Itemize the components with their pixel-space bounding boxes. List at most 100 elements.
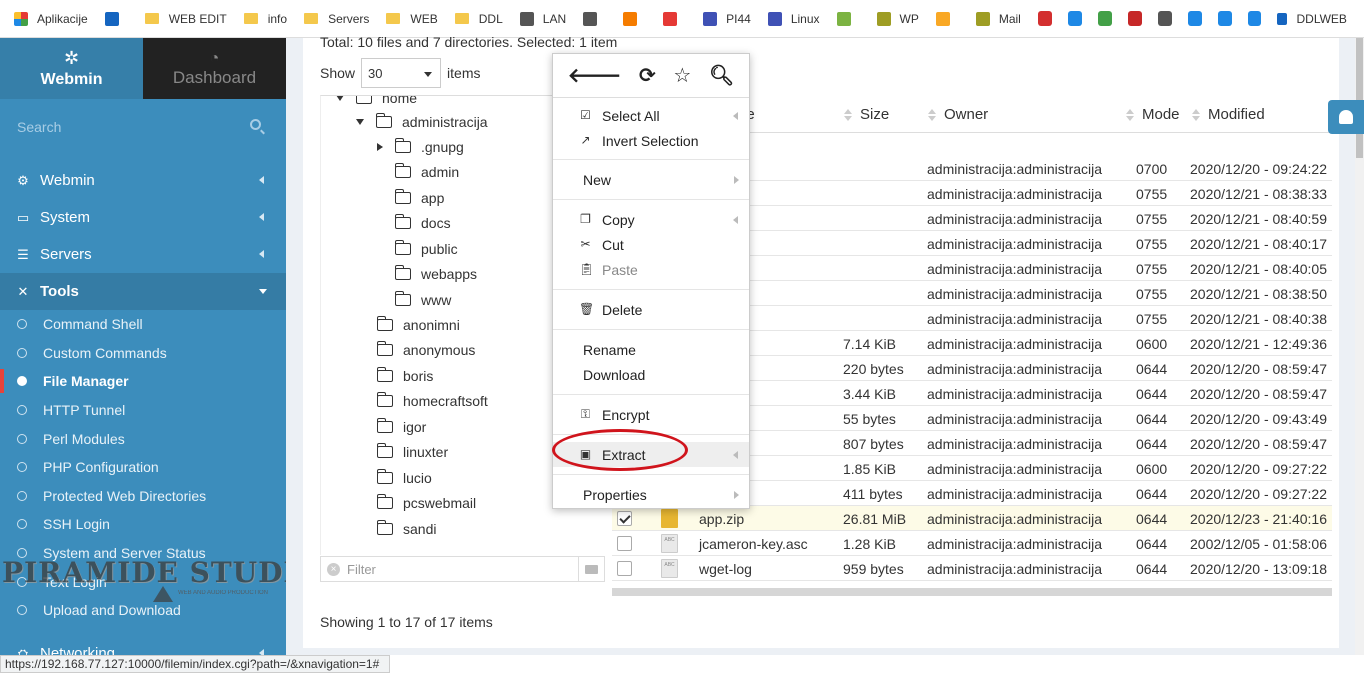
menu-item-encrypt[interactable]: ⚿ Encrypt xyxy=(553,402,749,427)
bookmark-item[interactable]: Servers xyxy=(304,12,369,26)
menu-item-download[interactable]: Download xyxy=(553,362,749,387)
search-icon[interactable]: 🔍︎ xyxy=(709,63,734,88)
folder-filter-button[interactable] xyxy=(578,557,604,581)
webmin-brand-tab[interactable]: ✲ Webmin xyxy=(0,38,143,99)
tree-node[interactable]: app xyxy=(377,185,444,210)
bookmark-item[interactable]: info xyxy=(243,12,287,26)
menu-item-select-all[interactable]: ☑ Select All xyxy=(553,103,749,128)
menu-item-new[interactable]: New xyxy=(553,167,749,192)
col-mode[interactable]: Mode xyxy=(1126,106,1180,123)
tree-node[interactable]: sandi xyxy=(376,516,436,541)
sidebar-subitem[interactable]: Protected Web Directories xyxy=(0,482,286,511)
sidebar-subitem[interactable]: File Manager xyxy=(0,367,286,396)
tree-node[interactable]: pcswebmail xyxy=(376,491,476,516)
menu-item-delete[interactable]: 🗑︎ Delete xyxy=(553,297,749,322)
bookmark-item[interactable]: Mail xyxy=(975,11,1021,26)
bookmark-favicon-icon[interactable] xyxy=(1097,11,1112,26)
tree-label: webapps xyxy=(421,266,478,282)
bookmark-item[interactable] xyxy=(104,11,128,26)
tree-node[interactable]: docs xyxy=(377,211,451,236)
tree-node[interactable]: admin xyxy=(377,160,459,185)
dashboard-tab[interactable]: ◔ Dashboard xyxy=(143,38,286,99)
submenu-arrow-icon xyxy=(733,451,738,459)
horizontal-scrollbar[interactable] xyxy=(612,588,1332,596)
bookmark-item[interactable] xyxy=(663,11,686,26)
search-icon[interactable] xyxy=(250,119,261,130)
tree-node[interactable]: boris xyxy=(376,363,433,388)
row-checkbox[interactable] xyxy=(617,511,632,526)
col-modified[interactable]: Modified xyxy=(1192,106,1265,123)
bookmark-item[interactable]: WEB xyxy=(386,12,438,26)
table-row[interactable]: app.zip 26.81 MiB administracija:administr… xyxy=(612,506,1332,531)
clear-filter-icon[interactable]: × xyxy=(327,562,340,576)
bookmark-item[interactable] xyxy=(623,11,646,26)
page-size-select[interactable]: 30 xyxy=(361,58,442,88)
bookmark-favicon-icon[interactable] xyxy=(1187,11,1202,26)
bookmark-favicon-icon[interactable] xyxy=(1247,11,1262,26)
bookmark-item[interactable] xyxy=(836,11,860,26)
scrollbar-thumb[interactable] xyxy=(1356,38,1363,158)
col-owner[interactable]: Owner xyxy=(928,106,988,123)
cell-mode: 0600 xyxy=(1136,336,1168,352)
bookmark-favicon-icon[interactable] xyxy=(1217,11,1232,26)
tree-node[interactable]: linuxter xyxy=(376,440,448,465)
notifications-button[interactable] xyxy=(1328,100,1364,134)
row-checkbox[interactable] xyxy=(617,561,632,576)
bookmark-favicon-icon[interactable] xyxy=(1157,11,1172,26)
menu-item-copy[interactable]: ❐ Copy xyxy=(553,207,749,232)
tree-node[interactable]: .gnupg xyxy=(377,134,464,159)
tree-node[interactable]: www xyxy=(377,287,451,312)
bookmark-item[interactable]: WEB EDIT xyxy=(144,12,227,26)
menu-item-invert-selection[interactable]: ↗ Invert Selection xyxy=(553,128,749,153)
cell-modified: 2020/12/20 - 08:59:47 xyxy=(1190,361,1328,377)
sidebar-item-system[interactable]: ▭ System xyxy=(0,199,286,236)
bookmark-item[interactable]: DDLWEB xyxy=(1277,12,1347,26)
tree-node[interactable]: anonimni xyxy=(376,312,460,337)
bookmark-item[interactable]: LAN xyxy=(519,11,566,26)
bookmark-item[interactable]: WP xyxy=(876,11,919,26)
tree-node[interactable]: webapps xyxy=(377,262,477,287)
bookmark-item[interactable]: Linux xyxy=(767,11,820,26)
bookmark-favicon-icon[interactable] xyxy=(1127,11,1142,26)
tree-node[interactable]: anonymous xyxy=(376,338,475,363)
sidebar-subitem[interactable]: SSH Login xyxy=(0,510,286,539)
row-checkbox[interactable] xyxy=(617,536,632,551)
star-icon[interactable]: ☆ xyxy=(673,63,691,88)
col-size[interactable]: Size xyxy=(844,106,889,123)
back-arrow-icon[interactable]: 🡐 xyxy=(568,63,622,88)
tree-node-root[interactable]: administracija xyxy=(356,109,488,134)
sidebar-subitem[interactable]: HTTP Tunnel xyxy=(0,396,286,425)
table-row[interactable]: ABC wget-log 959 bytes administracija:admin… xyxy=(612,556,1332,581)
tree-node[interactable]: lucio xyxy=(376,465,432,490)
menu-item-properties[interactable]: Properties xyxy=(553,482,749,507)
sidebar-item-tools[interactable]: ✕ Tools xyxy=(0,273,286,310)
tree-node[interactable]: public xyxy=(377,236,458,261)
sidebar-item-webmin[interactable]: ⚙ Webmin xyxy=(0,162,286,199)
tree-node[interactable]: homecraftsoft xyxy=(376,389,488,414)
bookmark-item[interactable]: Aplikacije xyxy=(14,11,88,26)
folder-icon xyxy=(376,494,393,509)
bookmark-item[interactable]: PI44 xyxy=(703,11,751,26)
menu-item-paste[interactable]: 📋︎ Paste xyxy=(553,257,749,282)
sidebar-subitem[interactable]: Custom Commands xyxy=(0,339,286,368)
sidebar-subitem[interactable]: Command Shell xyxy=(0,310,286,339)
bookmark-item[interactable] xyxy=(583,11,606,26)
bookmark-favicon-icon[interactable] xyxy=(1067,11,1082,26)
refresh-icon[interactable]: ⟳ xyxy=(639,63,656,88)
tree-node[interactable]: igor xyxy=(376,414,426,439)
bookmark-item[interactable]: DDL xyxy=(454,12,503,26)
sidebar-subitem[interactable]: Upload and Download xyxy=(0,596,286,625)
tree-node-home[interactable]: home xyxy=(336,96,417,110)
menu-item-rename[interactable]: Rename xyxy=(553,337,749,362)
tree-filter[interactable]: × Filter xyxy=(320,556,605,582)
sidebar-subitem[interactable]: Perl Modules xyxy=(0,424,286,453)
sidebar-search[interactable]: Search xyxy=(0,99,286,154)
table-row[interactable]: ABC jcameron-key.asc 1.28 KiB administracij… xyxy=(612,531,1332,556)
bookmark-item[interactable] xyxy=(935,11,959,26)
sidebar-subitem[interactable]: PHP Configuration xyxy=(0,453,286,482)
sort-icon xyxy=(844,108,852,121)
menu-item-cut[interactable]: ✂ Cut xyxy=(553,232,749,257)
bookmark-favicon-icon[interactable] xyxy=(1037,11,1052,26)
sidebar-item-servers[interactable]: ☰ Servers xyxy=(0,236,286,273)
sidebar-item-networking[interactable]: ⛭ Networking xyxy=(0,635,286,655)
